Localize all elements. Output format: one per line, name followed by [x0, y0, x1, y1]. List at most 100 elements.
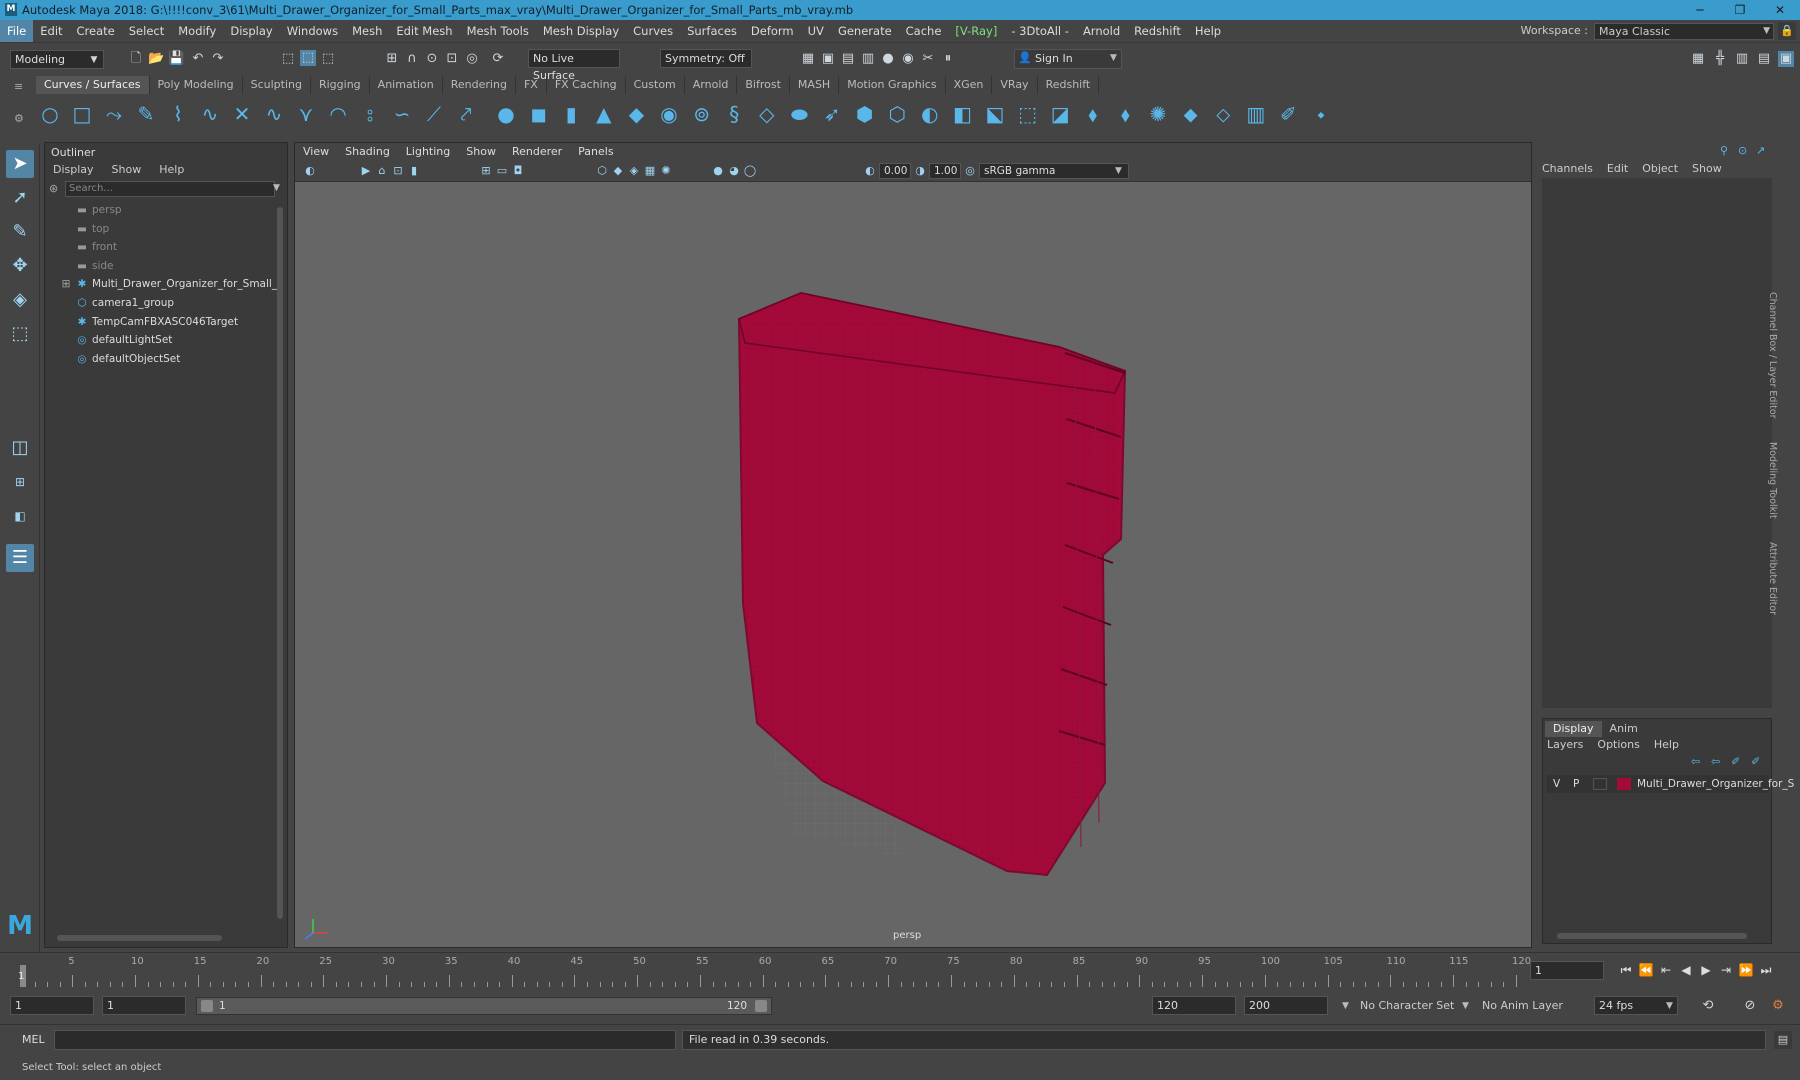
- chevron-down-icon[interactable]: ▼: [1342, 1001, 1349, 1011]
- image-plane-icon[interactable]: ⊡: [391, 163, 405, 179]
- trim-icon[interactable]: ◧: [950, 102, 974, 126]
- color-management-icon[interactable]: ◎: [963, 163, 977, 179]
- select-hierarchy-icon[interactable]: ⬚: [280, 51, 296, 67]
- revolve-icon[interactable]: ⊚: [690, 102, 714, 126]
- select-tool-icon[interactable]: ➤: [6, 150, 34, 178]
- toggle-attribute-icon[interactable]: ╬: [1712, 51, 1728, 67]
- viewport-menu-panels[interactable]: Panels: [570, 143, 621, 160]
- channel-menu-channels[interactable]: Channels: [1542, 162, 1593, 175]
- outliner-item[interactable]: ⊞ ✱ Multi_Drawer_Organizer_for_Small_Pa: [45, 275, 279, 293]
- select-component-icon[interactable]: ⬚: [320, 51, 336, 67]
- bookmark-icon[interactable]: ▮: [407, 163, 421, 179]
- sculpt-icon[interactable]: ✐: [1276, 102, 1300, 126]
- loop-icon[interactable]: ⟲: [1700, 998, 1716, 1014]
- anim-layer-select[interactable]: No Anim Layer: [1482, 997, 1563, 1014]
- vray-toggle-icon[interactable]: ✂: [920, 51, 936, 67]
- restore-icon[interactable]: ❐: [1720, 0, 1760, 20]
- menu-3dtoall[interactable]: - 3DtoAll -: [1004, 20, 1076, 42]
- project-icon[interactable]: ◪: [1048, 102, 1072, 126]
- viewport-panel[interactable]: View Shading Lighting Show Renderer Panels ◐ …: [294, 142, 1532, 948]
- play-forward-icon[interactable]: ▶: [1698, 961, 1714, 979]
- snap-grid-icon[interactable]: ⊞: [384, 51, 400, 67]
- step-back-key-icon[interactable]: ⇤: [1658, 961, 1674, 979]
- outliner-hscrollbar[interactable]: [57, 935, 222, 941]
- gamma-icon[interactable]: ◑: [913, 163, 927, 179]
- side-tab-channel-box-layer-editor[interactable]: Channel Box / Layer Editor: [1758, 292, 1778, 419]
- two-view-icon[interactable]: ◧: [6, 502, 34, 530]
- open-scene-icon[interactable]: 📂: [148, 51, 164, 67]
- lock-icon[interactable]: 🔒: [1778, 22, 1796, 40]
- scale-tool-icon[interactable]: ⬚: [6, 320, 34, 348]
- cv-curve-icon[interactable]: ⤳: [102, 102, 126, 126]
- attach-curve-icon[interactable]: ⋎: [294, 102, 318, 126]
- square-surface-icon[interactable]: ⬡: [885, 102, 909, 126]
- untrim-icon[interactable]: ⬕: [983, 102, 1007, 126]
- shadows-icon[interactable]: ●: [711, 163, 725, 179]
- side-tab-modeling-toolkit[interactable]: Modeling Toolkit: [1758, 442, 1778, 519]
- chevron-down-icon[interactable]: ▼: [273, 183, 280, 193]
- exposure-field[interactable]: 0.00: [879, 163, 911, 179]
- shelf-tab-poly-modeling[interactable]: Poly Modeling: [150, 76, 243, 94]
- shelf-tab-mash[interactable]: MASH: [790, 76, 840, 94]
- menu-arnold[interactable]: Arnold: [1076, 20, 1127, 42]
- rotate-tool-icon[interactable]: ◈: [6, 286, 34, 314]
- snap-live-icon[interactable]: ⟳: [490, 51, 506, 67]
- offset-curve-icon[interactable]: ⤤: [454, 102, 478, 126]
- wireframe-icon[interactable]: ⬡: [595, 163, 609, 179]
- viewport-menu-lighting[interactable]: Lighting: [398, 143, 458, 160]
- channel-help-icon[interactable]: ⊙: [1738, 144, 1747, 157]
- shelf-tab-xgen[interactable]: XGen: [946, 76, 993, 94]
- outliner-menu-help[interactable]: Help: [159, 163, 184, 176]
- select-object-icon[interactable]: ⬚: [300, 50, 316, 66]
- menu-mesh[interactable]: Mesh: [345, 20, 389, 42]
- shelf-tab-redshift[interactable]: Redshift: [1038, 76, 1100, 94]
- bezier-curve-icon[interactable]: ∿: [198, 102, 222, 126]
- animation-end-field[interactable]: 200: [1244, 996, 1328, 1015]
- menu-create[interactable]: Create: [70, 20, 122, 42]
- render-settings-icon[interactable]: ▥: [860, 51, 876, 67]
- menu-redshift[interactable]: Redshift: [1127, 20, 1188, 42]
- outliner-item[interactable]: ▬ side: [45, 257, 279, 275]
- shelf-tab-curves-surfaces[interactable]: Curves / Surfaces: [36, 76, 150, 94]
- nurbs-cone-icon[interactable]: ▲: [592, 102, 616, 126]
- menu-display[interactable]: Display: [223, 20, 279, 42]
- snap-point-icon[interactable]: ⊙: [424, 51, 440, 67]
- chevron-down-icon[interactable]: ▼: [1115, 166, 1122, 176]
- character-set-select[interactable]: No Character Set: [1360, 997, 1454, 1014]
- single-view-icon[interactable]: ◫: [6, 434, 34, 462]
- play-back-icon[interactable]: ◀: [1678, 961, 1694, 979]
- scene-view[interactable]: [295, 183, 1531, 947]
- outliner-item[interactable]: ◎ defaultLightSet: [45, 331, 279, 349]
- move-tool-icon[interactable]: ✥: [6, 252, 34, 280]
- outliner-item[interactable]: ▬ top: [45, 220, 279, 238]
- nurbs-circle-icon[interactable]: ○: [38, 102, 62, 126]
- outliner-item[interactable]: ◎ defaultObjectSet: [45, 350, 279, 368]
- extrude-icon[interactable]: ⬬: [787, 102, 811, 126]
- go-to-end-icon[interactable]: ⏭: [1758, 961, 1774, 979]
- viewport-menu-view[interactable]: View: [295, 143, 337, 160]
- new-scene-icon[interactable]: 🗋: [128, 51, 144, 67]
- menu-curves[interactable]: Curves: [626, 20, 680, 42]
- script-language-label[interactable]: MEL: [22, 1033, 45, 1046]
- layer-color-swatch[interactable]: [1617, 778, 1631, 790]
- textured-icon[interactable]: ▦: [643, 163, 657, 179]
- smooth-shade-icon[interactable]: ◆: [611, 163, 625, 179]
- camera-attributes-icon[interactable]: ▶: [359, 163, 373, 179]
- layer-menu-help[interactable]: Help: [1654, 738, 1679, 751]
- grid-icon[interactable]: ⊞: [479, 163, 493, 179]
- outliner-scrollbar[interactable]: [277, 207, 283, 919]
- planar-icon[interactable]: ◇: [755, 102, 779, 126]
- loft-icon[interactable]: §: [722, 102, 746, 126]
- channel-pin-icon[interactable]: ↗: [1756, 144, 1765, 157]
- gamma-field[interactable]: 1.00: [929, 163, 961, 179]
- symmetry-select[interactable]: Symmetry: Off: [660, 49, 752, 68]
- bookmark-icon[interactable]: ⌂: [375, 163, 389, 179]
- undo-icon[interactable]: ↶: [190, 51, 206, 67]
- toggle-panel-icon[interactable]: ▦: [1690, 51, 1706, 67]
- menu-mesh-display[interactable]: Mesh Display: [536, 20, 626, 42]
- menu-windows[interactable]: Windows: [280, 20, 345, 42]
- playback-end-field[interactable]: 120: [1152, 996, 1236, 1015]
- layer-playback-toggle[interactable]: P: [1573, 775, 1579, 793]
- ipr-render-icon[interactable]: ▤: [840, 51, 856, 67]
- outliner-menu-display[interactable]: Display: [53, 163, 94, 176]
